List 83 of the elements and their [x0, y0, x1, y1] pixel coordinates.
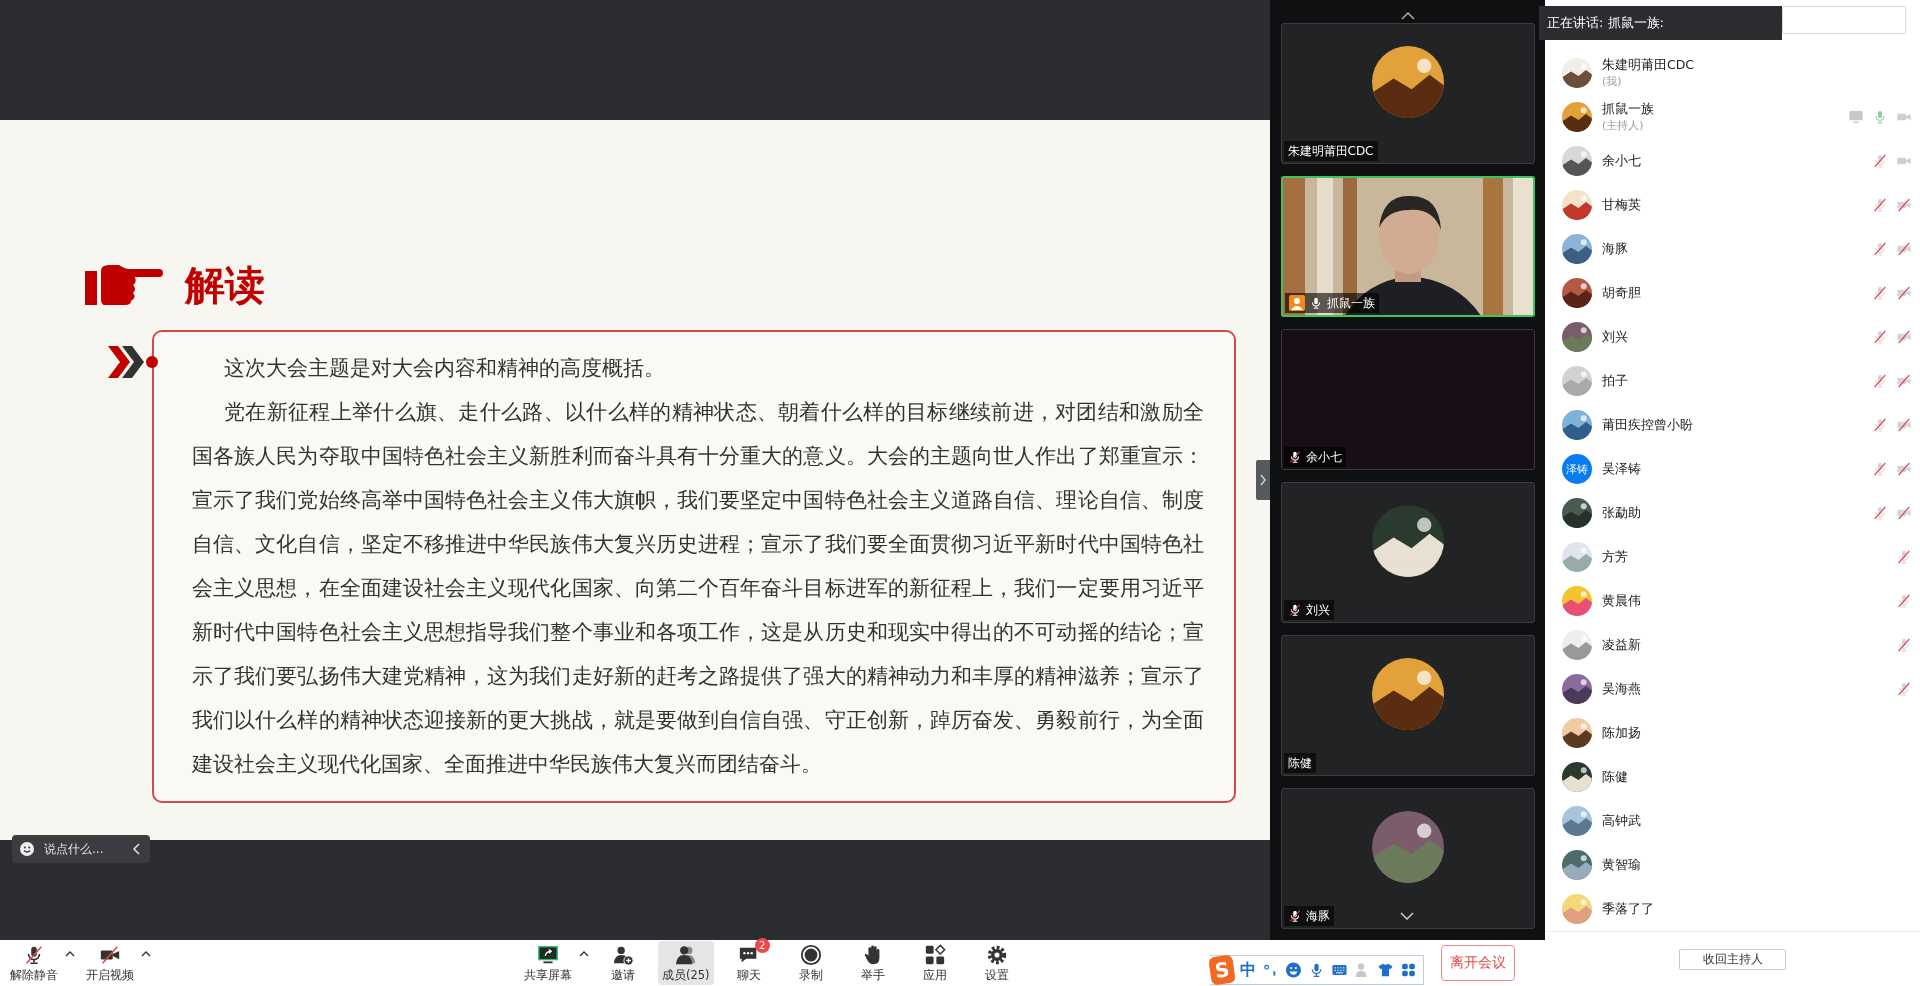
avatar: [1562, 718, 1592, 748]
emoji-icon[interactable]: [1285, 961, 1303, 979]
participant-name: 莆田疾控曾小盼: [1602, 416, 1694, 434]
muted-microphone-icon: [23, 943, 45, 966]
toolbar-button[interactable]: 共享屏幕: [520, 941, 576, 985]
avatar: [1562, 630, 1592, 660]
avatar: [1562, 58, 1592, 88]
avatar: [1562, 674, 1592, 704]
apps-grid-icon: [923, 943, 946, 966]
avatar: [1562, 410, 1592, 440]
avatar: [1562, 234, 1592, 264]
participant-name: 高钟武: [1602, 812, 1642, 830]
participant-name: 余小七: [1602, 152, 1642, 170]
avatar: [1562, 498, 1592, 528]
participant-name: 胡奇胆: [1602, 284, 1642, 302]
participant-name: 陈健: [1287, 754, 1312, 772]
toolbar-button[interactable]: 解除静音: [6, 941, 62, 985]
participant-role: (我): [1602, 74, 1623, 89]
avatar: [1562, 102, 1592, 132]
participant-name: 海豚: [1602, 240, 1629, 258]
avatar: [1562, 190, 1592, 220]
scroll-up-chevron-icon[interactable]: [1400, 12, 1415, 20]
settings-icon: [985, 943, 1008, 966]
avatar: [1562, 322, 1592, 352]
avatar: [1562, 586, 1592, 616]
avatar: [1562, 894, 1592, 924]
reclaim-host-button[interactable]: 收回主持人: [1679, 948, 1786, 970]
participant-name: 吴泽铸: [1602, 460, 1642, 478]
avatar: 泽铸: [1562, 454, 1592, 484]
toolbar-button[interactable]: 开启视频: [82, 941, 138, 985]
avatar: [1562, 542, 1592, 572]
avatar: [1562, 278, 1592, 308]
camera-off-icon: [99, 943, 121, 966]
chat-input[interactable]: 说点什么...: [12, 835, 150, 863]
participant-name: 凌益新: [1602, 636, 1642, 654]
chat-placeholder: 说点什么...: [44, 840, 105, 858]
participant-role: (主持人): [1602, 118, 1645, 133]
record-icon: [799, 943, 822, 966]
participant-name: 甘梅英: [1602, 196, 1642, 214]
participant-name: 陈健: [1602, 768, 1629, 786]
scroll-down-chevron-icon[interactable]: [1400, 912, 1414, 920]
participant-name: 黄晨伟: [1602, 592, 1642, 610]
participant-name: 朱建明莆田CDC: [1602, 57, 1696, 74]
participant-name: 抓鼠一族: [1602, 101, 1655, 118]
toolbox-grid-icon[interactable]: [1400, 961, 1417, 979]
participant-name: 抓鼠一族: [1326, 294, 1375, 312]
participant-name: 黄智瑜: [1602, 856, 1642, 874]
avatar: [1562, 146, 1592, 176]
participant-name: 吴海燕: [1602, 680, 1642, 698]
participant-name: 季落了了: [1602, 900, 1655, 918]
toolbar-button[interactable]: 录制: [783, 941, 838, 985]
avatar: [1562, 366, 1592, 396]
avatar: [1562, 850, 1592, 880]
slide-heading: 解读: [185, 262, 265, 308]
participant-name: 海豚: [1305, 907, 1330, 925]
participant-name: 刘兴: [1305, 601, 1330, 619]
shirt-icon[interactable]: [1377, 961, 1395, 979]
toolbar-button[interactable]: 举手: [845, 941, 900, 985]
people-icon: [674, 943, 697, 966]
toolbar-button[interactable]: 应用: [907, 941, 962, 985]
participant-name: 张勐助: [1602, 504, 1642, 522]
toolbar-button[interactable]: 邀请: [596, 941, 650, 985]
emoji-icon: [20, 842, 34, 856]
search-field[interactable]: [1782, 6, 1906, 34]
avatar: [1562, 806, 1592, 836]
slide-paragraph: 党在新征程上举什么旗、走什么路、以什么样的精神状态、朝着什么样的目标继续前进，对团结和激励全国各族人民为夺取中国特色社会主义新胜利而奋斗具有十分重大的意义。大会的主题向世人作出了郑重宣示：宣示了我们党始终高举中国特色社会主义伟大旗帜，我们要坚定中国特色社会主义道路自信、理论自信、制度自信、文化自信，坚定不移推进中华民族伟大复兴历史进程；宣示了我们要全面贯彻习近平新时代中国特色社会主义思想，在全面建设社会主义现代化国家、向第二个百年奋斗目标进军的新征程上，我们一定要用习近平新时代中国特色社会主义思想指导我们整个事业和各项工作，这是从历史和现实中得出的不可动摇的结论；宣示了我们要弘扬伟大建党精神，这为我们走好新的赶考之路提供了强大的精神动力和丰厚的精神滋养；宣示了我们以什么样的精神状态迎接新的更大挑战，就是要做到自信自强、守正创新，踔厉奋发、勇毅前行，为全面建设社会主义现代化国家、全面推进中华民族伟大复兴而团结奋斗。: [192, 398, 1204, 778]
leave-meeting-button[interactable]: 离开会议: [1441, 945, 1515, 981]
speaking-banner: 正在讲话: 抓鼠一族:: [1539, 6, 1782, 40]
participant-name: 余小七: [1305, 448, 1342, 466]
collapse-handle[interactable]: [1256, 460, 1270, 500]
screen-share-icon: [537, 943, 559, 966]
slide-paragraph: 这次大会主题是对大会内容和精神的高度概括。: [223, 354, 667, 382]
participant-name: 拍子: [1602, 372, 1629, 390]
participant-name: 刘兴: [1602, 328, 1629, 346]
toolbar-button[interactable]: 设置: [969, 941, 1024, 985]
participant-name: 朱建明莆田CDC: [1287, 142, 1374, 160]
input-mode-toggle[interactable]: 中: [1240, 959, 1257, 981]
avatar: [1562, 762, 1592, 792]
pointing-hand-icon: [85, 263, 163, 307]
participant-name: 方芳: [1602, 548, 1629, 566]
participant-name: 陈加扬: [1602, 724, 1642, 742]
toolbar-button[interactable]: 成员(25): [658, 941, 714, 985]
collapse-chevron-icon[interactable]: [132, 843, 142, 855]
